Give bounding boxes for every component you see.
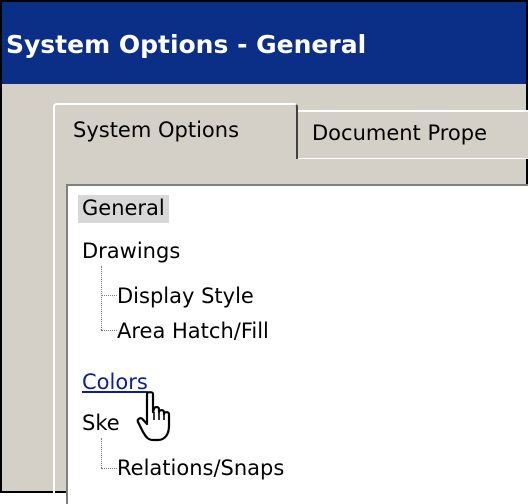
tree-item-area-hatch-fill[interactable]: Area Hatch/Fill bbox=[117, 318, 269, 344]
hand-pointer-icon bbox=[135, 390, 183, 450]
tab-label: System Options bbox=[73, 118, 240, 142]
tab-document-properties[interactable]: Document Prope bbox=[298, 110, 528, 158]
tree-item-relations-snaps[interactable]: Relations/Snaps bbox=[117, 455, 284, 481]
tree-connector-line bbox=[101, 266, 102, 330]
tree-connector-line bbox=[101, 330, 117, 331]
tab-system-options[interactable]: System Options bbox=[53, 103, 298, 159]
tree-connector-line bbox=[101, 295, 117, 296]
window-title: System Options - General bbox=[6, 30, 367, 59]
tree-item-display-style[interactable]: Display Style bbox=[117, 283, 254, 309]
tree-item-general[interactable]: General bbox=[78, 195, 169, 223]
title-bar[interactable]: System Options - General bbox=[2, 2, 526, 84]
tree-item-drawings[interactable]: Drawings bbox=[82, 238, 180, 264]
tree-connector-line bbox=[101, 468, 117, 469]
tree-connector-line bbox=[101, 438, 102, 468]
tree-item-sketch[interactable]: Ske bbox=[82, 410, 120, 436]
tab-label: Document Prope bbox=[312, 121, 488, 145]
